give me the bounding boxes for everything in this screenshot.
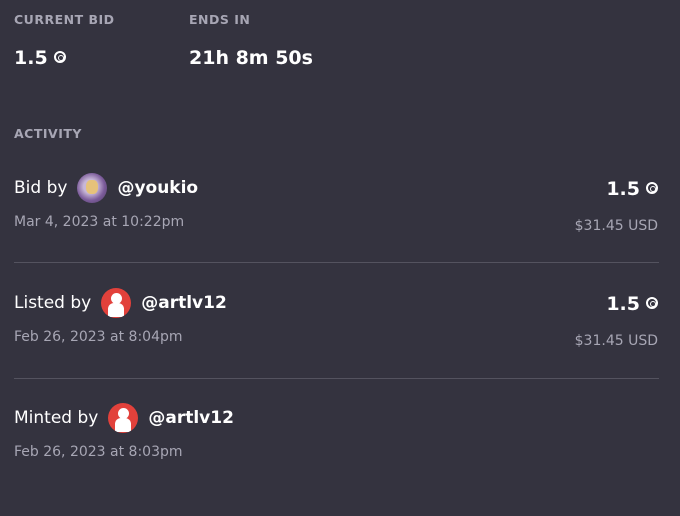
activity-usd: $31.45 USD (574, 218, 658, 234)
divider (14, 378, 659, 379)
activity-action-label: Minted by (14, 408, 99, 428)
activity-item-listed: Listed by @artlv12 Feb 26, 2023 at 8:04p… (0, 285, 680, 365)
activity-item-minted: Minted by @artlv12 Feb 26, 2023 at 8:03p… (0, 400, 680, 480)
ends-in-countdown: 21h 8m 50s (189, 47, 313, 69)
activity-price: 1.5 (606, 178, 658, 200)
activity-price: 1.5 (606, 293, 658, 315)
avatar[interactable] (101, 288, 132, 318)
tezos-coin-icon (53, 50, 66, 63)
current-bid-value: 1.5 (14, 47, 66, 69)
activity-action: Listed by @artlv12 (14, 288, 227, 318)
activity-date: Feb 26, 2023 at 8:04pm (14, 329, 183, 345)
activity-date: Feb 26, 2023 at 8:03pm (14, 444, 183, 460)
user-handle-link[interactable]: @youkio (117, 178, 198, 198)
activity-heading: ACTIVITY (14, 126, 82, 141)
activity-action: Bid by @youkio (14, 173, 198, 203)
avatar[interactable] (108, 403, 139, 433)
activity-usd: $31.45 USD (574, 333, 658, 349)
ends-in-label: ENDS IN (189, 12, 251, 27)
tezos-coin-icon (646, 181, 658, 194)
activity-price-amount: 1.5 (606, 293, 640, 315)
activity-action: Minted by @artlv12 (14, 403, 234, 433)
divider (14, 262, 659, 263)
activity-action-label: Bid by (14, 178, 68, 198)
current-bid-label: CURRENT BID (14, 12, 115, 27)
activity-item-bid: Bid by @youkio Mar 4, 2023 at 10:22pm 1.… (0, 170, 680, 250)
activity-date: Mar 4, 2023 at 10:22pm (14, 214, 185, 230)
activity-price-amount: 1.5 (606, 178, 640, 200)
activity-action-label: Listed by (14, 293, 92, 313)
user-handle-link[interactable]: @artlv12 (148, 408, 234, 428)
current-bid-amount: 1.5 (14, 47, 48, 69)
tezos-coin-icon (646, 296, 658, 309)
avatar[interactable] (77, 173, 108, 203)
user-handle-link[interactable]: @artlv12 (141, 293, 227, 313)
